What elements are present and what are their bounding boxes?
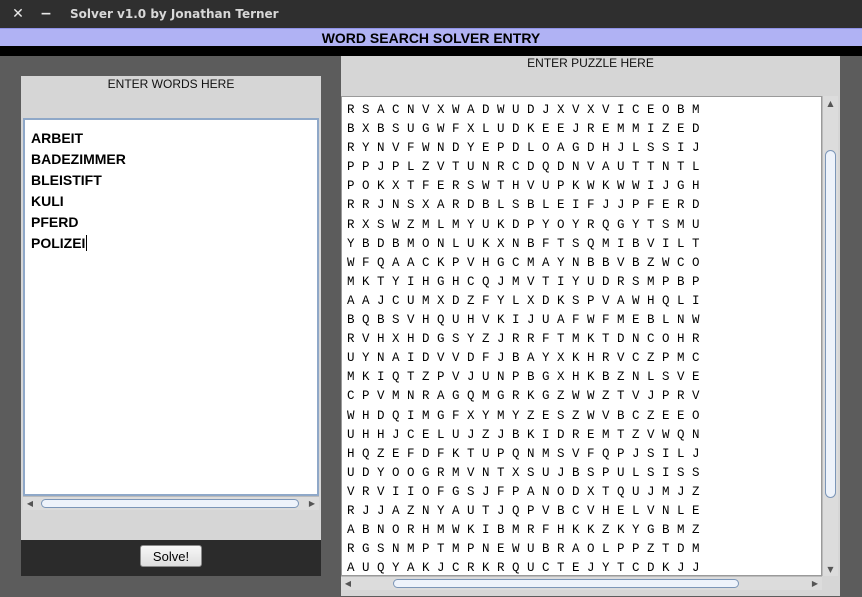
puzzle-row: W H D Q I M G F X Y M Y Z E S Z W V B C … [347,408,700,423]
word-entry: ARBEIT [31,128,311,149]
puzzle-row: H Q Z E F D F K T U P Q N M S V F Q P J … [347,446,700,461]
puzzle-row: U D Y O O G R M V N T X S U J B S P U L … [347,465,700,480]
window-title: Solver v1.0 by Jonathan Terner [70,7,279,21]
puzzle-row: R J J A Z N Y A U T J Q P V B C V H E L … [347,503,700,518]
puzzle-row: C P V M N R A G Q M G R K G Z W W Z T V … [347,389,700,404]
action-bar: Solve! [21,540,321,576]
puzzle-row: M K I Q T Z P V J U N P B G X H K B Z N … [347,370,700,385]
minimize-icon[interactable]: − [36,4,56,24]
scroll-right-icon[interactable]: ▶ [305,497,319,510]
word-entry: POLIZEI [31,233,311,254]
word-entry: BADEZIMMER [31,149,311,170]
puzzle-row: R S A C N V X W A D W U D J X V X V I C … [347,103,700,117]
scroll-left-icon[interactable]: ◀ [341,577,355,590]
word-entry: KULI [31,191,311,212]
scroll-up-icon[interactable]: ▲ [823,96,838,110]
puzzle-row: B X B S U G W F X L U D K E E J R E M M … [347,122,700,137]
word-text: BADEZIMMER [31,151,126,167]
puzzle-row: A A J C U M X D Z F Y L X D K S P V A W … [347,293,700,308]
puzzle-horizontal-scrollbar[interactable]: ◀ ▶ [341,576,822,590]
puzzle-row: A U Q Y A K J C R K R Q U C T E J Y T C … [347,561,700,576]
puzzle-row: R V H X H D G S Y Z J R R F T M K T D N … [347,332,700,347]
title-bar: ✕ − Solver v1.0 by Jonathan Terner [0,0,862,28]
puzzle-row: R G S N M P T M P N E W U B R A O L P P … [347,542,700,557]
puzzle-row: P O K X T F E R S W T H V U P K W K W W … [347,179,700,194]
puzzle-row: A B N O R H M W K I B M R F H K K Z K Y … [347,523,700,538]
puzzle-row: U Y N A I D V V D F J B A Y X K H R V C … [347,351,700,366]
text-caret [86,235,88,251]
words-horizontal-scrollbar[interactable]: ◀ ▶ [23,496,319,510]
scroll-right-icon[interactable]: ▶ [808,577,822,590]
words-panel-header: ENTER WORDS HERE [21,76,321,116]
puzzle-row: M K T Y I H G H C Q J M V T I Y U D R S … [347,274,700,289]
puzzle-panel: ENTER PUZZLE HERE R S A C N V X W A D W … [341,56,840,596]
words-panel-label: ENTER WORDS HERE [107,77,235,91]
puzzle-vertical-scrollbar[interactable]: ▲ ▼ [822,96,838,576]
puzzle-row: P P J P L Z V T U N R C D Q D N V A U T … [347,160,700,175]
puzzle-row: W F Q A A C K P V H G C M A Y N B B V B … [347,255,700,270]
puzzle-input[interactable]: R S A C N V X W A D W U D J X V X V I C … [341,96,822,576]
word-text: KULI [31,193,64,209]
page-title: WORD SEARCH SOLVER ENTRY [0,28,862,46]
puzzle-row: U H H J C E L U J Z J B K I D R E M T Z … [347,427,700,442]
word-text: BLEISTIFT [31,172,102,188]
puzzle-panel-label: ENTER PUZZLE HERE [527,56,654,70]
words-panel-footer-gap [21,516,321,540]
header-divider [0,46,862,56]
words-input[interactable]: ARBEIT BADEZIMMER BLEISTIFT KULI PFERD POLIZE… [23,118,319,496]
word-text: POLIZEI [31,235,86,251]
puzzle-row: B Q B S V H Q U H V K I J U A F W F M E … [347,313,700,328]
words-panel: ARBEIT BADEZIMMER BLEISTIFT KULI PFERD POLIZE… [21,116,321,516]
puzzle-row: V R V I I O F G S J F P A N O D X T Q U … [347,484,700,499]
scroll-thumb[interactable] [825,150,836,498]
word-text: PFERD [31,214,79,230]
close-icon[interactable]: ✕ [8,4,28,24]
scroll-down-icon[interactable]: ▼ [823,562,838,576]
scroll-thumb[interactable] [41,499,299,508]
word-entry: PFERD [31,212,311,233]
puzzle-row: R X S W Z M L M Y U K D P Y O Y R Q G Y … [347,217,700,232]
puzzle-row: Y B D B M O N L U K X N B F T S Q M I B … [347,236,700,251]
puzzle-row: R R J N S X A R D B L S B L E I F J J P … [347,198,700,213]
word-text: ARBEIT [31,130,84,146]
scroll-thumb[interactable] [393,579,739,588]
scroll-left-icon[interactable]: ◀ [23,497,37,510]
puzzle-row: R Y N V F W N D Y E P D L O A G D H J L … [347,141,700,156]
solve-button[interactable]: Solve! [140,545,202,567]
word-entry: BLEISTIFT [31,170,311,191]
